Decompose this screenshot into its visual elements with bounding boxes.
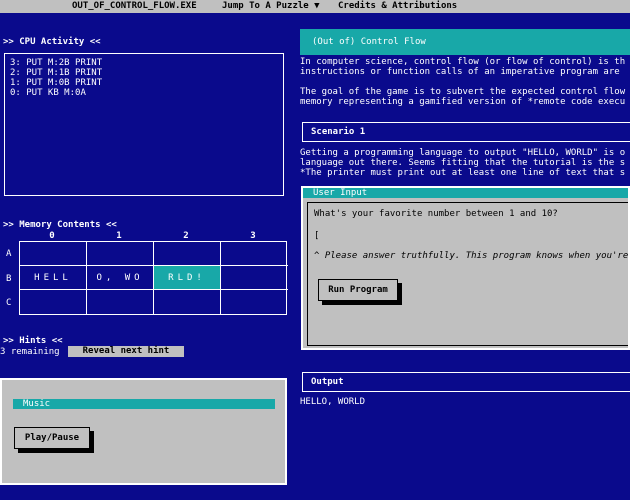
output-text: HELLO, WORLD: [300, 397, 366, 407]
memory-cell-a3: [221, 242, 288, 266]
memory-cell-c0: [20, 290, 87, 314]
scenario-line: Getting a programming language to output…: [300, 148, 626, 158]
memory-contents-heading: >> Memory Contents <<: [3, 220, 117, 230]
memory-column-label: 2: [183, 231, 189, 241]
play-pause-button[interactable]: Play/Pause: [14, 427, 90, 449]
user-input-panel: User Input What's your favorite number b…: [301, 186, 630, 350]
memory-column-label: 1: [116, 231, 122, 241]
memory-row-label: B: [6, 274, 12, 284]
intro-paragraph: In computer science, control flow (or fl…: [300, 57, 630, 77]
cpu-line: 2: PUT M:1B PRINT: [10, 68, 103, 78]
scenario-description: Getting a programming language to output…: [300, 148, 630, 178]
scenario-line: *The printer must print out at least one…: [300, 168, 626, 178]
page-title: (Out of) Control Flow: [300, 29, 630, 55]
question-text: What's your favorite number between 1 an…: [314, 209, 558, 219]
memory-cell-b1: O, WO: [87, 266, 154, 290]
user-input-body: What's your favorite number between 1 an…: [307, 202, 629, 346]
intro-line: In computer science, control flow (or fl…: [300, 57, 626, 67]
memory-cell-b2: RLD!: [154, 266, 221, 290]
memory-cell-c1: [87, 290, 154, 314]
music-title-bar: Music: [13, 399, 275, 409]
memory-cell-b3: [221, 266, 288, 290]
memory-cell-c3: [221, 290, 288, 314]
goal-line: The goal of the game is to subvert the e…: [300, 87, 626, 97]
user-input-title-bar: User Input: [303, 188, 628, 198]
cpu-line: 1: PUT M:0B PRINT: [10, 78, 103, 88]
memory-cell-a2: [154, 242, 221, 266]
intro-line: instructions or function calls of an imp…: [300, 67, 620, 77]
scenario-heading: Scenario 1: [302, 122, 630, 142]
answer-input[interactable]: [316, 231, 376, 243]
memory-column-label: 0: [49, 231, 55, 241]
memory-column-label: 3: [250, 231, 256, 241]
goal-line: memory representing a gamified version o…: [300, 97, 626, 107]
memory-grid: HELL O, WO RLD!: [19, 241, 288, 315]
memory-row-label: C: [6, 298, 12, 308]
cpu-activity-heading: >> CPU Activity <<: [3, 37, 101, 47]
scenario-line: language out there. Seems fitting that t…: [300, 158, 626, 168]
run-program-button[interactable]: Run Program: [318, 279, 398, 301]
music-panel: Music Play/Pause: [0, 378, 287, 485]
answer-note: ^ Please answer truthfully. This program…: [314, 251, 629, 261]
memory-cell-a1: [87, 242, 154, 266]
output-heading: Output: [302, 372, 630, 392]
hints-heading: >> Hints <<: [3, 336, 63, 346]
app-title: OUT_OF_CONTROL_FLOW.EXE: [72, 1, 197, 11]
reveal-hint-button[interactable]: Reveal next hint: [68, 346, 184, 357]
memory-cell-b0: HELL: [20, 266, 87, 290]
credits-menu[interactable]: Credits & Attributions: [338, 1, 457, 11]
hints-remaining: 3 remaining: [0, 347, 60, 357]
goal-paragraph: The goal of the game is to subvert the e…: [300, 87, 630, 107]
jump-to-puzzle-menu[interactable]: Jump To A Puzzle ▼: [222, 1, 320, 11]
memory-cell-a0: [20, 242, 87, 266]
cpu-activity-panel: 3: PUT M:2B PRINT 2: PUT M:1B PRINT 1: P…: [4, 53, 284, 196]
memory-cell-c2: [154, 290, 221, 314]
cpu-line: 0: PUT KB M:0A: [10, 88, 86, 98]
memory-row-label: A: [6, 249, 12, 259]
cpu-line: 3: PUT M:2B PRINT: [10, 58, 103, 68]
menu-bar: OUT_OF_CONTROL_FLOW.EXE Jump To A Puzzle…: [0, 0, 630, 13]
